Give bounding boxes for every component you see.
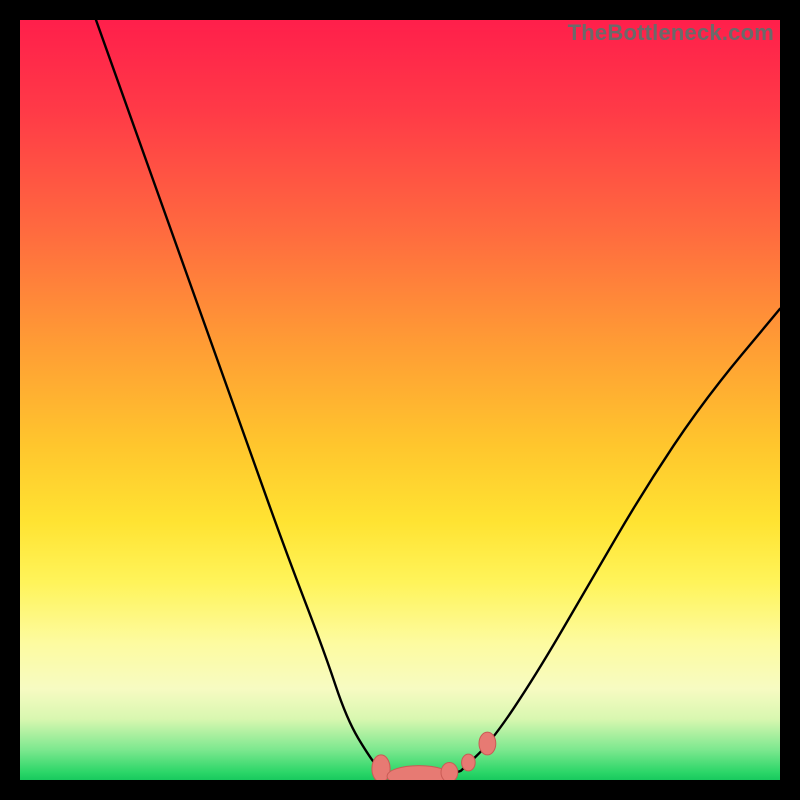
plot-area: TheBottleneck.com <box>20 20 780 780</box>
valley-cluster-mid <box>441 763 458 781</box>
right-dot-2 <box>479 732 496 755</box>
right-dot-1 <box>462 754 476 771</box>
chart-svg <box>20 20 780 780</box>
outer-frame: TheBottleneck.com <box>0 0 800 800</box>
curve-path <box>96 20 780 778</box>
